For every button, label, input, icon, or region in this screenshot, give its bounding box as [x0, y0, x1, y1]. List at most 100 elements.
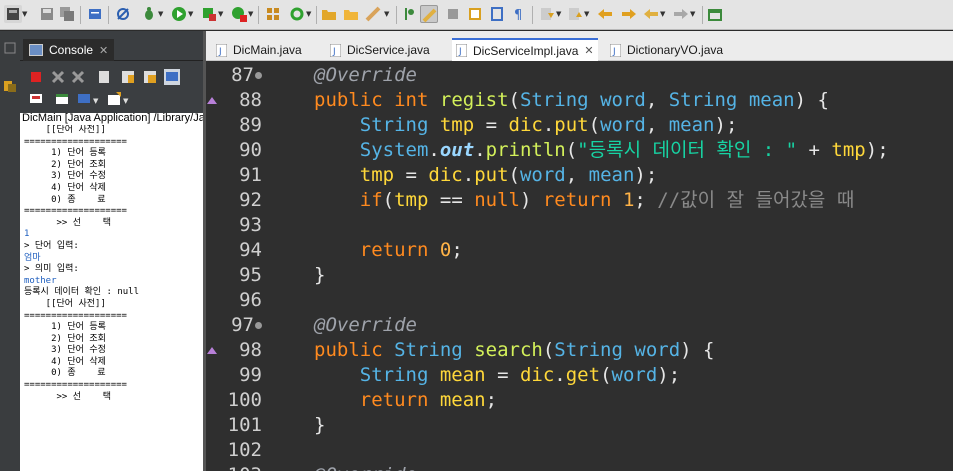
code-line: if(tmp == null) return 1; //값이 잘 들어갔을 때	[314, 188, 953, 213]
pilcrow-icon[interactable]: ¶	[510, 5, 528, 23]
mark-occurrences-icon[interactable]	[420, 5, 438, 23]
new-package-icon[interactable]	[264, 5, 282, 23]
history-forward-dropdown-icon[interactable]: ▼	[690, 10, 696, 18]
code-token: mean	[748, 89, 795, 111]
console-input-line: 엄마	[24, 252, 41, 263]
fold-toggle-icon[interactable]	[255, 322, 262, 329]
debug-dropdown-icon[interactable]: ▼	[158, 10, 164, 18]
line-number: 102	[227, 439, 262, 461]
restore-icon[interactable]	[3, 41, 17, 55]
code-token: 0	[439, 239, 452, 261]
clear-console-icon[interactable]	[96, 69, 112, 85]
line-number-gutter: 87 88 89 90 91 92 93 94 95 96 97 98 99 100 101 102 103	[206, 62, 274, 471]
brush-dropdown-icon[interactable]: ▼	[384, 10, 390, 18]
terminal-icon[interactable]	[86, 5, 104, 23]
console-tab[interactable]: Console ✕	[23, 39, 115, 61]
tab-dicservice[interactable]: J DicService.java	[326, 39, 434, 61]
close-icon[interactable]: ✕	[584, 44, 593, 57]
stop-run-dropdown-icon[interactable]: ▼	[248, 10, 254, 18]
code-token: (	[382, 189, 395, 211]
code-token: =	[485, 364, 520, 386]
console-output-line: 0) 종 료	[24, 368, 106, 379]
save-icon[interactable]	[38, 5, 56, 23]
java-file-icon: J	[610, 43, 621, 57]
scroll-lock-icon[interactable]	[120, 69, 136, 85]
run-icon[interactable]	[170, 5, 188, 23]
left-trim-bar	[0, 31, 20, 471]
remove-all-icon[interactable]	[70, 69, 86, 85]
open-folder-icon[interactable]	[320, 5, 338, 23]
console-output-line: 3) 단어 수정	[24, 345, 106, 356]
show-console-icon[interactable]	[164, 69, 180, 85]
debug-skip-icon[interactable]	[114, 5, 132, 23]
display-selected-icon[interactable]	[54, 91, 70, 107]
next-annotation-dropdown-icon[interactable]: ▼	[556, 10, 562, 18]
save-all-icon[interactable]	[58, 5, 76, 23]
open-console-dropdown-icon[interactable]: ▼	[123, 97, 129, 105]
close-icon[interactable]: ✕	[99, 44, 108, 57]
console-output[interactable]: [[단어 사전]] =================== 1) 단어 등록 2)…	[24, 125, 202, 471]
back-icon[interactable]	[596, 5, 614, 23]
history-forward-icon[interactable]	[672, 5, 690, 23]
pin-console-icon[interactable]	[28, 91, 44, 107]
code-token: String	[519, 89, 589, 111]
code-token: );	[657, 364, 681, 386]
package-explorer-icon[interactable]	[3, 79, 17, 93]
code-token: println	[485, 139, 566, 161]
terminate-icon[interactable]	[28, 69, 44, 85]
console-output-line: >> 선 택	[24, 391, 112, 402]
new-dropdown-icon[interactable]: ▼	[22, 10, 28, 18]
block-selection-icon[interactable]	[466, 5, 484, 23]
console-output-line: [[단어 사전]]	[24, 298, 106, 309]
code-token: String	[359, 114, 429, 136]
open-console-icon[interactable]	[106, 91, 122, 107]
tab-dicserviceimpl[interactable]: J DicServiceImpl.java ✕	[452, 38, 598, 61]
open-type-icon[interactable]	[342, 5, 360, 23]
code-token: String	[668, 89, 738, 111]
code-token: tmp	[359, 164, 395, 186]
prev-annotation-icon[interactable]	[566, 5, 584, 23]
display-console-icon[interactable]	[76, 91, 92, 107]
code-token: mean	[588, 164, 635, 186]
debug-icon[interactable]	[140, 5, 158, 23]
line-number: 94	[239, 239, 262, 261]
toolbar-separator	[258, 6, 259, 24]
forward-icon[interactable]	[620, 5, 638, 23]
new-icon[interactable]	[4, 5, 22, 23]
code-token: (	[588, 114, 601, 136]
word-wrap-console-icon[interactable]	[142, 69, 158, 85]
stop-run-icon[interactable]	[230, 5, 248, 23]
run-dropdown-icon[interactable]: ▼	[188, 10, 194, 18]
word-wrap-icon[interactable]	[444, 5, 462, 23]
code-token: word	[611, 364, 658, 386]
tab-dictionaryvo[interactable]: J DictionaryVO.java	[606, 39, 727, 61]
code-area[interactable]: @Override public int regist(String word, …	[274, 62, 953, 471]
code-token: word	[600, 114, 646, 136]
refresh-dropdown-icon[interactable]: ▼	[306, 10, 312, 18]
code-line: @Override	[314, 63, 953, 88]
code-token: (	[542, 339, 555, 361]
refresh-icon[interactable]	[288, 5, 306, 23]
display-console-dropdown-icon[interactable]: ▼	[93, 97, 99, 105]
line-number: 97	[231, 314, 254, 336]
fold-toggle-icon[interactable]	[255, 72, 262, 79]
console-output-line: ===================	[24, 380, 127, 391]
toggle-whitespace-icon[interactable]	[488, 5, 506, 23]
coverage-icon[interactable]	[200, 5, 218, 23]
remove-launch-icon[interactable]	[50, 69, 66, 85]
console-output-line: > 단어 입력:	[24, 240, 79, 251]
code-token: String	[359, 364, 429, 386]
console-tab-label: Console	[49, 43, 94, 57]
tab-dicmain[interactable]: J DicMain.java	[212, 39, 306, 61]
open-perspective-icon[interactable]	[706, 5, 724, 23]
brush-icon[interactable]	[364, 5, 382, 23]
history-back-dropdown-icon[interactable]: ▼	[660, 10, 666, 18]
line-number: 90	[239, 139, 262, 161]
history-back-icon[interactable]	[642, 5, 660, 23]
next-annotation-icon[interactable]	[538, 5, 556, 23]
prev-annotation-dropdown-icon[interactable]: ▼	[584, 10, 590, 18]
coverage-dropdown-icon[interactable]: ▼	[218, 10, 224, 18]
toggle-breakpoint-icon[interactable]	[400, 5, 418, 23]
